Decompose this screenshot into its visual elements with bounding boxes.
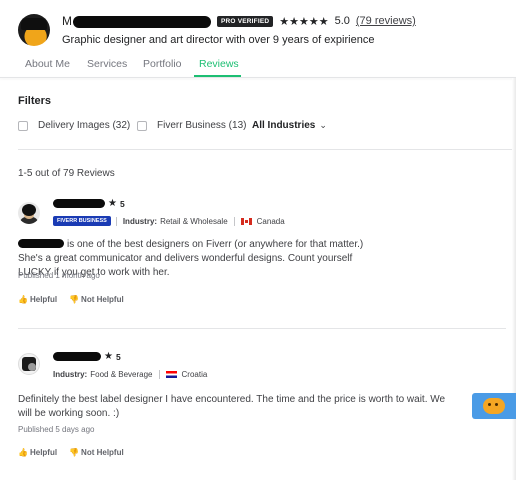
tab-portfolio[interactable]: Portfolio (143, 58, 182, 70)
tabs-divider (0, 77, 516, 78)
pro-verified-badge: PRO VERIFIED (217, 15, 274, 27)
review-count: 1-5 out of 79 Reviews (18, 168, 115, 179)
rating-stars: ★★★★★ (279, 15, 329, 28)
seller-reviews-page: M PRO VERIFIED ★★★★★ 5.0 (79 reviews) Gr… (0, 0, 516, 480)
industry-value: Retail & Wholesale (160, 216, 228, 226)
review-meta: FIVERR BUSINESS Industry: Retail & Whole… (53, 216, 285, 226)
reviewer-country: Croatia (181, 370, 208, 379)
not-helpful-button[interactable]: 👎 Not Helpful (69, 448, 124, 457)
thumbs-down-icon: 👎 (69, 448, 80, 457)
reviews-count-link[interactable]: (79 reviews) (356, 15, 416, 27)
industries-label: All Industries (252, 120, 316, 131)
meta-separator (158, 370, 160, 379)
chat-bot-icon (483, 398, 505, 414)
helpful-button[interactable]: 👍 Helpful (18, 448, 57, 457)
seller-tagline: Graphic designer and art director with o… (62, 34, 375, 46)
fiverr-business-checkbox[interactable] (137, 121, 147, 131)
meta-separator (115, 216, 117, 226)
helpful-button[interactable]: 👍 Helpful (18, 295, 57, 304)
seller-name-row: M PRO VERIFIED ★★★★★ 5.0 (79 reviews) (62, 14, 416, 28)
published-date: Published 1 month ago (18, 271, 100, 280)
delivery-images-checkbox[interactable] (18, 121, 28, 131)
profile-tabs: About Me Services Portfolio Reviews (0, 58, 516, 78)
redacted-name (73, 15, 211, 28)
canada-flag-icon (240, 217, 252, 225)
published-date: Published 5 days ago (18, 425, 95, 434)
fiverr-business-badge: FIVERR BUSINESS (53, 216, 111, 226)
review-text: Definitely the best label designer I hav… (18, 394, 446, 419)
thumbs-up-icon: 👍 (18, 448, 28, 457)
chevron-down-icon: ⌄ (319, 120, 327, 130)
thumbs-up-icon: 👍 (18, 295, 28, 304)
review-score: 5 (115, 351, 121, 362)
chat-widget-button[interactable] (472, 393, 516, 419)
reviewer-avatar[interactable] (18, 353, 40, 375)
redacted-reviewer-name (53, 352, 101, 361)
filters-divider (18, 149, 516, 150)
reviewer-name-row: ★ 5 (53, 351, 121, 362)
reviewer-country: Canada (256, 216, 285, 226)
redacted-reviewer-name (53, 199, 105, 208)
industry-label: Industry: (53, 370, 88, 379)
star-icon: ★ (108, 198, 117, 209)
redacted-seller-name (18, 239, 64, 248)
fiverr-business-label[interactable]: Fiverr Business (13) (157, 120, 246, 131)
croatia-flag-icon (165, 371, 177, 378)
helpful-actions: 👍 Helpful 👎 Not Helpful (18, 295, 124, 304)
meta-separator (233, 216, 235, 226)
industry-value: Food & Beverage (90, 370, 153, 379)
industry-label: Industry: (122, 216, 158, 226)
review-meta: Industry: Food & Beverage Croatia (53, 370, 207, 379)
page-edge-shadow (512, 78, 516, 480)
reviewer-name-row: ★ 5 (53, 198, 125, 209)
star-icon: ★ (104, 351, 113, 362)
filters-heading: Filters (18, 95, 52, 107)
thumbs-down-icon: 👎 (69, 295, 80, 304)
industries-dropdown[interactable]: All Industries ⌄ (252, 120, 327, 131)
tab-reviews[interactable]: Reviews (199, 58, 239, 70)
tab-about-me[interactable]: About Me (25, 58, 70, 70)
review-score: 5 (119, 198, 125, 209)
helpful-actions: 👍 Helpful 👎 Not Helpful (18, 448, 124, 457)
seller-name[interactable]: M (62, 14, 211, 28)
not-helpful-button[interactable]: 👎 Not Helpful (69, 295, 124, 304)
tab-services[interactable]: Services (87, 58, 127, 70)
review-divider (18, 328, 506, 329)
seller-avatar[interactable] (18, 14, 50, 46)
delivery-images-label[interactable]: Delivery Images (32) (38, 120, 130, 131)
rating-value: 5.0 (334, 15, 350, 27)
reviewer-avatar[interactable] (18, 202, 40, 224)
